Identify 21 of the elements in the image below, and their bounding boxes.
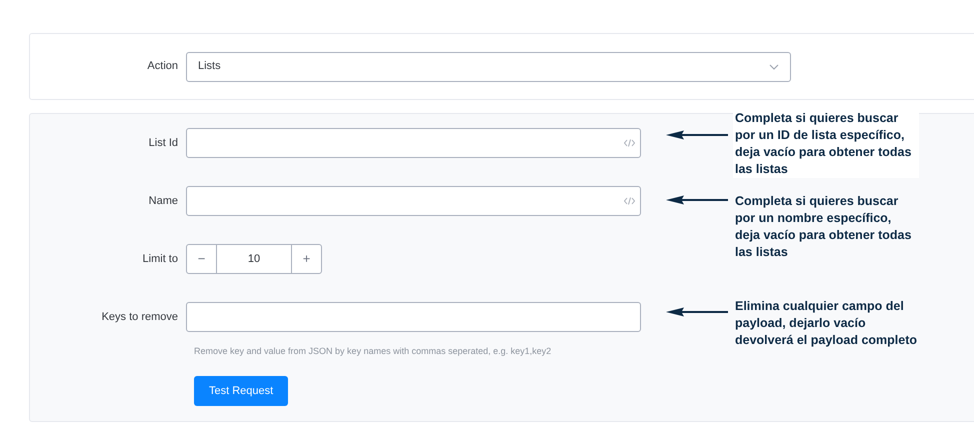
action-select[interactable]: Lists	[186, 52, 791, 82]
input-field[interactable]	[186, 302, 641, 332]
annotation-text: Completa si quieres buscar por un nombre específico, deja vacío para obtener todas las listas	[734, 193, 912, 261]
test-request-button[interactable]: Test Request	[194, 376, 288, 406]
field-label: Keys to remove	[100, 310, 179, 325]
field-label: Action	[146, 59, 179, 74]
annotation-text: Completa si quieres buscar por un ID de lista específico, deja vacío para obtener todas las listas	[733, 110, 919, 178]
arrow	[666, 130, 728, 140]
arrow	[666, 307, 728, 317]
help-text: Remove key and value from JSON by key names with commas seperated, e.g. key1,key2	[194, 345, 552, 358]
field-label: Name	[148, 194, 179, 209]
input-field[interactable]	[186, 128, 641, 158]
arrow	[666, 195, 728, 205]
field-label: List Id	[148, 136, 179, 151]
field-label: Limit to	[142, 252, 179, 267]
input-field[interactable]	[186, 186, 641, 216]
code-icon	[624, 197, 635, 205]
chevron-down-icon	[769, 64, 779, 70]
select-value: Lists	[198, 59, 221, 74]
code-icon	[624, 139, 635, 147]
annotation-text: Elimina cualquier campo del payload, dejarlo vacío devolverá el payload completo	[734, 298, 918, 349]
